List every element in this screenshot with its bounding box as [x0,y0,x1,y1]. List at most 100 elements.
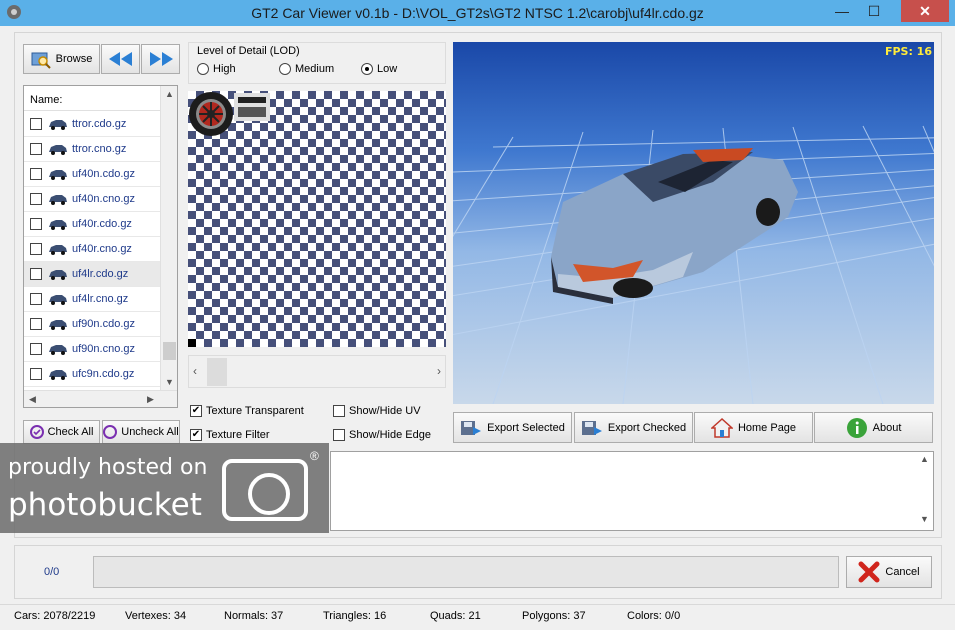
file-list-horizontal-scrollbar[interactable]: ◀ ▶ [24,390,177,407]
car-file-icon [49,145,67,155]
list-item-checkbox[interactable] [30,343,42,355]
folder-search-icon [31,52,51,69]
status-vertexes: Vertexes: 34 [125,610,187,622]
about-button[interactable]: About [814,412,933,443]
next-button[interactable] [141,44,180,74]
about-label: About [872,421,902,434]
double-right-arrow-icon [149,52,173,66]
log-vertical-scrollbar[interactable]: ▲ ▼ [916,452,933,530]
log-textarea[interactable]: ▲ ▼ [330,451,934,531]
list-item-checkbox[interactable] [30,118,42,130]
texture-horizontal-scrollbar[interactable]: ‹ › [188,355,446,388]
lod-label: Level of Detail (LOD) [197,45,300,57]
lod-high-label: High [213,63,236,75]
fps-counter: FPS: 16 [884,45,932,58]
list-item-checkbox[interactable] [30,143,42,155]
lod-low-label: Low [377,63,398,75]
show-edge-box [333,429,345,441]
show-edge-checkbox[interactable]: Show/Hide Edge [333,429,431,441]
list-item[interactable]: uf40n.cno.gz [24,187,161,212]
export-selected-label: Export Selected [487,421,565,434]
progress-count: 0/0 [44,566,60,578]
list-item-name: uf90n.cno.gz [72,343,135,355]
log-scroll-up-icon[interactable]: ▲ [916,454,933,464]
check-circle-icon [29,425,44,439]
texture-scroll-thumb[interactable] [207,358,227,386]
texture-scroll-right-icon[interactable]: › [437,364,441,378]
list-item-checkbox[interactable] [30,218,42,230]
list-item[interactable]: uf90n.cno.gz [24,337,161,362]
texture-filter-label: Texture Filter [206,429,270,441]
close-button[interactable]: ✕ [901,0,949,22]
cancel-button[interactable]: Cancel [846,556,932,588]
lod-high-radio[interactable]: High [197,63,236,75]
watermark-line2: photobucket [8,487,202,523]
uncheck-all-button[interactable]: Uncheck All [102,420,180,444]
browse-label: Browse [55,53,93,65]
list-item-checkbox[interactable] [30,168,42,180]
list-item-checkbox[interactable] [30,243,42,255]
check-all-button[interactable]: Check All [23,420,100,444]
registered-mark: ® [310,449,319,463]
previous-button[interactable] [101,44,140,74]
file-list-header: Name: [24,86,161,111]
list-item-checkbox[interactable] [30,193,42,205]
texture-transparent-checkbox[interactable]: ✔ Texture Transparent [190,405,304,417]
list-item-name: uf4lr.cno.gz [72,293,129,305]
title-bar: GT2 Car Viewer v0.1b - D:\VOL_GT2s\GT2 N… [0,0,955,26]
list-item[interactable]: uf90n.cdo.gz [24,312,161,337]
list-item[interactable]: uf4lr.cno.gz [24,287,161,312]
lod-medium-label: Medium [295,63,335,75]
texture-preview[interactable] [188,91,446,347]
scroll-left-icon[interactable]: ◀ [24,391,41,407]
texture-scroll-left-icon[interactable]: ‹ [193,364,197,378]
scroll-thumb[interactable] [163,342,176,360]
car-file-icon [49,270,67,280]
maximize-button[interactable]: ☐ [858,0,890,22]
camera-icon [222,459,308,521]
texture-transparent-box: ✔ [190,405,202,417]
list-item-name: uf40n.cdo.gz [72,168,135,180]
file-list[interactable]: Name: ttror.cdo.gz ttror.cno.gz uf40n.cdo.… [23,85,178,408]
photobucket-watermark: proudly hosted on photobucket ® [0,443,329,533]
export-checked-button[interactable]: Export Checked [574,412,693,443]
list-item-checkbox[interactable] [30,293,42,305]
scroll-down-icon[interactable]: ▼ [161,374,177,391]
show-uv-checkbox[interactable]: Show/Hide UV [333,405,421,417]
scroll-up-icon[interactable]: ▲ [161,86,177,103]
export-selected-button[interactable]: Export Selected [453,412,572,443]
radio-medium-dot [279,63,291,75]
radio-low-dot [361,63,373,75]
uncheck-all-label: Uncheck All [121,426,179,438]
car-file-icon [49,220,67,230]
list-item[interactable]: ttror.cdo.gz [24,112,161,137]
check-all-label: Check All [47,426,94,438]
list-item-name: uf4lr.cdo.gz [72,268,129,280]
texture-filter-checkbox[interactable]: ✔ Texture Filter [190,429,270,441]
lod-low-radio[interactable]: Low [361,63,397,75]
list-item[interactable]: uf4lr.cdo.gz [24,262,161,287]
home-page-button[interactable]: Home Page [694,412,813,443]
list-item[interactable]: uf40r.cdo.gz [24,212,161,237]
export-disk-icon [461,420,482,435]
lod-medium-radio[interactable]: Medium [279,63,334,75]
list-item-name: uf40r.cdo.gz [72,218,132,230]
list-item[interactable]: ufc9n.cdo.gz [24,362,161,387]
file-list-vertical-scrollbar[interactable]: ▲ ▼ [160,86,177,391]
list-item[interactable]: uf40r.cno.gz [24,237,161,262]
status-colors: Colors: 0/0 [627,610,681,622]
browse-button[interactable]: Browse [23,44,100,74]
list-item-name: ttror.cdo.gz [72,118,127,130]
minimize-button[interactable]: — [826,0,858,22]
log-scroll-down-icon[interactable]: ▼ [916,514,933,524]
list-item[interactable]: uf40n.cdo.gz [24,162,161,187]
car-body [551,148,798,304]
status-triangles: Triangles: 16 [323,610,387,622]
home-icon [710,417,733,438]
list-item[interactable]: ttror.cno.gz [24,137,161,162]
scroll-right-icon[interactable]: ▶ [142,391,159,407]
list-item-checkbox[interactable] [30,318,42,330]
list-item-checkbox[interactable] [30,268,42,280]
list-item-checkbox[interactable] [30,368,42,380]
3d-viewport[interactable]: FPS: 16 [453,42,934,404]
